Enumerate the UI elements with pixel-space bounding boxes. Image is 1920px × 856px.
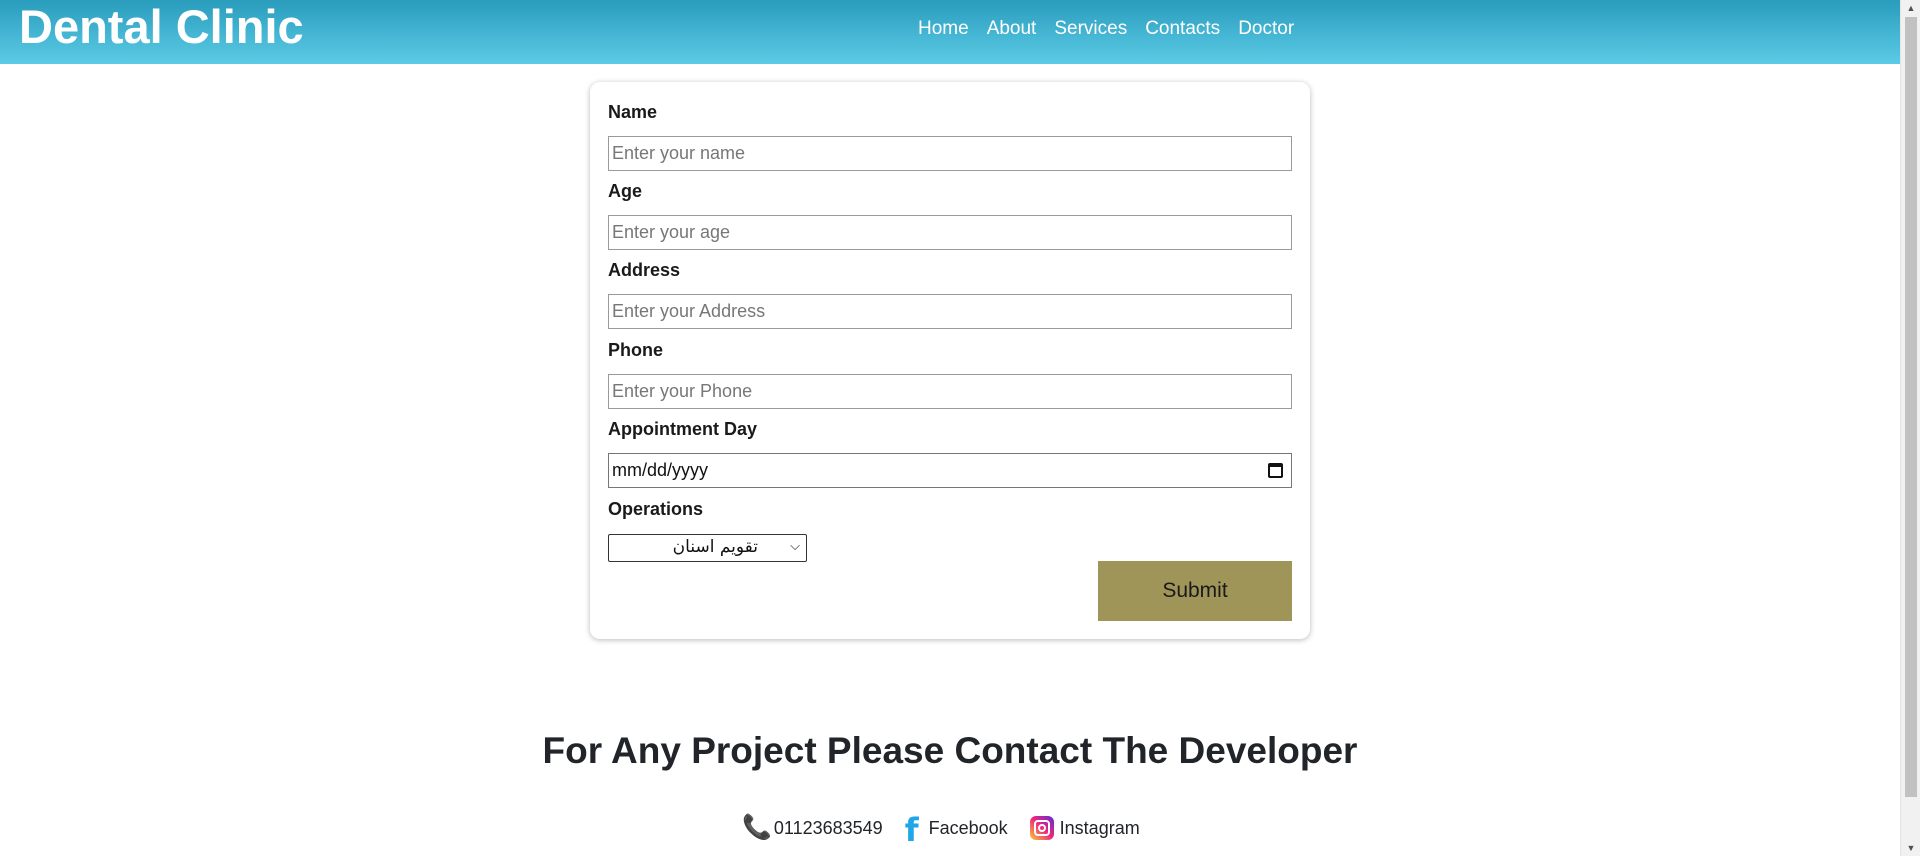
phone-label: Phone: [608, 340, 664, 360]
name-input[interactable]: [608, 136, 1292, 171]
calendar-icon[interactable]: [1268, 463, 1283, 478]
nav-about[interactable]: About: [987, 16, 1037, 42]
age-input[interactable]: [608, 215, 1292, 250]
nav-contacts[interactable]: Contacts: [1145, 16, 1220, 42]
submit-button[interactable]: Submit: [1098, 561, 1292, 621]
vertical-scrollbar[interactable]: ▲ ▼: [1900, 0, 1920, 856]
facebook-label: Facebook: [928, 817, 1008, 838]
chevron-down-icon: ⌵: [790, 538, 800, 553]
appointment-date-input[interactable]: mm/dd/yyyy: [608, 453, 1292, 488]
appointment-day-label: Appointment Day: [608, 419, 758, 439]
scroll-down-arrow-icon[interactable]: ▼: [1901, 840, 1920, 856]
phone-link[interactable]: 📞 01123683549: [742, 816, 883, 840]
contact-links: 📞 01123683549 f Facebook Instagram: [742, 810, 1162, 846]
facebook-link[interactable]: f Facebook: [905, 810, 1008, 846]
phone-number: 01123683549: [773, 817, 883, 838]
phone-icon: 📞: [742, 814, 772, 841]
nav-home[interactable]: Home: [918, 16, 969, 42]
address-input[interactable]: [608, 294, 1292, 329]
name-label: Name: [608, 102, 658, 122]
nav-doctor[interactable]: Doctor: [1238, 16, 1294, 42]
site-header: Dental Clinic Home About Services Contac…: [0, 0, 1900, 64]
operations-select[interactable]: تقويم اسنان ⌵: [608, 534, 807, 562]
instagram-label: Instagram: [1059, 817, 1140, 838]
phone-input[interactable]: [608, 374, 1292, 409]
operations-selected-value: تقويم اسنان: [672, 537, 758, 557]
operations-label: Operations: [608, 499, 704, 519]
main-nav: Home About Services Contacts Doctor: [918, 16, 1312, 42]
contact-developer-heading: For Any Project Please Contact The Devel…: [542, 730, 1358, 771]
date-placeholder: mm/dd/yyyy: [612, 460, 709, 480]
facebook-icon: f: [904, 811, 919, 849]
brand-title[interactable]: Dental Clinic: [19, 0, 304, 54]
instagram-icon: [1029, 816, 1054, 840]
instagram-link[interactable]: Instagram: [1029, 816, 1140, 840]
address-label: Address: [608, 260, 681, 280]
appointment-form: Name Age Address Phone Appointment Day m…: [590, 82, 1310, 639]
scrollbar-thumb[interactable]: [1905, 17, 1917, 797]
scroll-up-arrow-icon[interactable]: ▲: [1901, 0, 1920, 16]
nav-services[interactable]: Services: [1054, 16, 1127, 42]
age-label: Age: [608, 181, 643, 201]
